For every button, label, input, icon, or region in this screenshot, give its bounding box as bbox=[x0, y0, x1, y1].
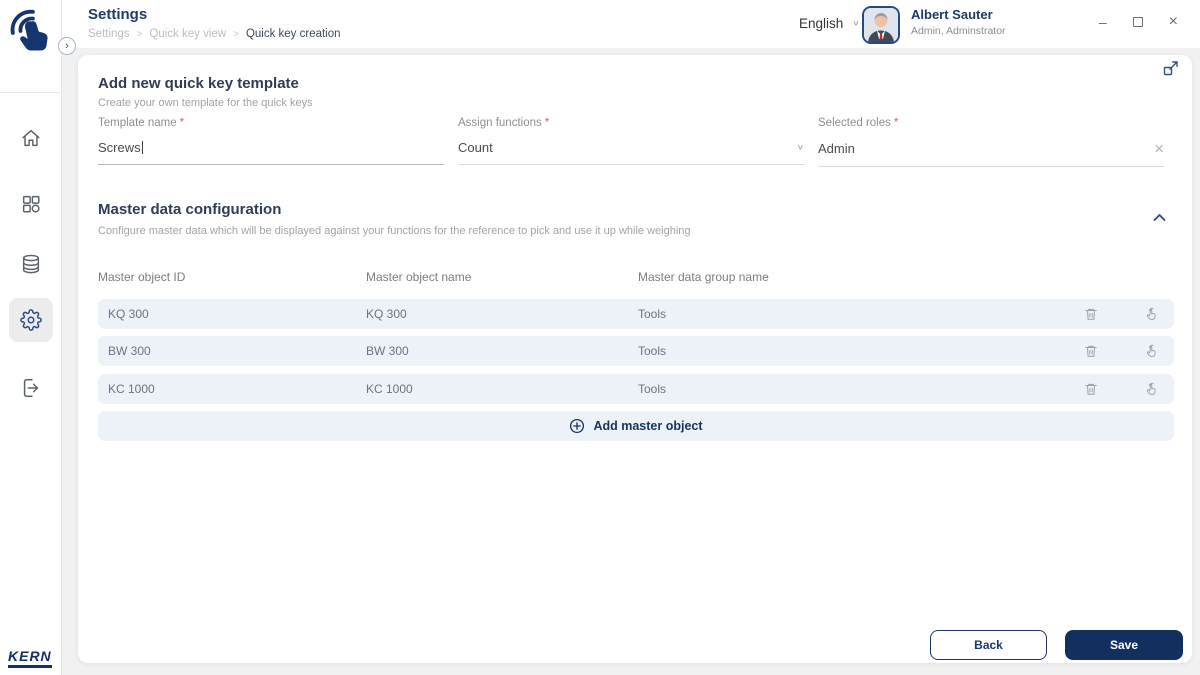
row-actions bbox=[1084, 344, 1174, 358]
template-name-field: Template name * Screws bbox=[98, 117, 444, 167]
kern-brand-logo: KERN bbox=[8, 648, 52, 668]
touch-hand-icon[interactable] bbox=[1145, 382, 1159, 396]
breadcrumb-item-current: Quick key creation bbox=[245, 28, 341, 40]
language-selector[interactable]: English ∨ bbox=[799, 16, 860, 31]
required-asterisk: * bbox=[544, 117, 550, 129]
window-controls: – × bbox=[1099, 13, 1178, 31]
column-header: Master object name bbox=[366, 270, 472, 284]
logout-icon bbox=[23, 379, 39, 397]
cell-master-data-group: Tools bbox=[638, 307, 667, 321]
collapse-chevron-icon[interactable] bbox=[1153, 213, 1166, 222]
breadcrumb-separator-icon: > bbox=[233, 28, 239, 40]
assign-functions-label: Assign functions * bbox=[458, 117, 550, 129]
table-row: KQ 300 KQ 300 Tools bbox=[98, 299, 1174, 329]
breadcrumb-item[interactable]: Settings bbox=[88, 28, 130, 40]
assign-functions-select[interactable]: Count ∨ bbox=[458, 140, 804, 165]
chevron-down-icon: ∨ bbox=[796, 143, 804, 152]
master-section-title: Master data configuration bbox=[98, 201, 282, 218]
chevron-right-icon: › bbox=[65, 39, 69, 52]
template-name-input[interactable]: Screws bbox=[98, 140, 444, 165]
form-title: Add new quick key template bbox=[98, 75, 299, 92]
sidebar-item-apps[interactable] bbox=[9, 182, 53, 226]
cell-master-object-name: KC 1000 bbox=[366, 382, 413, 396]
table-header: Master object ID Master object name Mast… bbox=[98, 270, 1174, 284]
touch-hand-icon[interactable] bbox=[1145, 307, 1159, 321]
content-card: Add new quick key template Create your o… bbox=[78, 55, 1192, 663]
cell-master-object-name: BW 300 bbox=[366, 344, 409, 358]
breadcrumb: Settings > Quick key view > Quick key cr… bbox=[88, 28, 341, 40]
user-role: Admin, Adminstrator bbox=[911, 25, 1006, 37]
language-label: English bbox=[799, 16, 844, 31]
form-subtitle: Create your own template for the quick k… bbox=[98, 97, 313, 109]
sidebar-item-home[interactable] bbox=[9, 116, 53, 160]
column-header: Master data group name bbox=[638, 270, 769, 284]
sidebar-item-settings[interactable] bbox=[9, 298, 53, 342]
minimize-button[interactable]: – bbox=[1099, 14, 1107, 30]
row-actions bbox=[1084, 382, 1174, 396]
breadcrumb-item[interactable]: Quick key view bbox=[149, 28, 226, 40]
cell-master-object-id: KC 1000 bbox=[108, 382, 155, 396]
cell-master-data-group: Tools bbox=[638, 344, 667, 358]
save-button[interactable]: Save bbox=[1065, 630, 1183, 660]
sidebar-item-logout[interactable] bbox=[9, 366, 53, 410]
add-master-object-label: Add master object bbox=[593, 419, 703, 433]
trash-icon[interactable] bbox=[1084, 344, 1098, 358]
add-master-object-button[interactable]: Add master object bbox=[98, 411, 1174, 441]
user-info[interactable]: Albert Sauter Admin, Adminstrator bbox=[911, 7, 1006, 37]
back-button[interactable]: Back bbox=[930, 630, 1047, 660]
topbar: Settings Settings > Quick key view > Qui… bbox=[62, 0, 1200, 48]
assign-functions-field: Assign functions * Count ∨ bbox=[458, 117, 804, 167]
user-avatar[interactable] bbox=[862, 6, 900, 44]
trash-icon[interactable] bbox=[1084, 382, 1098, 396]
breadcrumb-separator-icon: > bbox=[136, 28, 143, 40]
row-actions bbox=[1084, 307, 1174, 321]
chevron-down-icon: ∨ bbox=[852, 19, 860, 28]
apps-grid-icon bbox=[22, 195, 40, 213]
close-button[interactable]: × bbox=[1169, 13, 1178, 31]
touch-hand-icon[interactable] bbox=[1145, 344, 1159, 358]
user-name: Albert Sauter bbox=[911, 7, 993, 22]
cell-master-data-group: Tools bbox=[638, 382, 667, 396]
table-row: BW 300 BW 300 Tools bbox=[98, 336, 1174, 366]
selected-roles-label: Selected roles * bbox=[818, 117, 899, 129]
template-name-label: Template name * bbox=[98, 117, 185, 129]
table-row: KC 1000 KC 1000 Tools bbox=[98, 374, 1174, 404]
circle-plus-icon bbox=[570, 418, 585, 434]
selected-roles-field: Selected roles * Admin × bbox=[818, 117, 1164, 167]
page-title: Settings bbox=[88, 6, 148, 23]
fullscreen-expand-icon[interactable] bbox=[1163, 60, 1179, 76]
cell-master-object-id: BW 300 bbox=[108, 344, 151, 358]
sidebar-item-database[interactable] bbox=[9, 242, 53, 286]
kern-touch-logo-icon bbox=[10, 9, 48, 51]
avatar-photo bbox=[864, 8, 898, 42]
maximize-button[interactable] bbox=[1132, 17, 1143, 27]
master-section-subtitle: Configure master data which will be disp… bbox=[98, 225, 691, 237]
sidebar-expand-button[interactable]: › bbox=[58, 37, 76, 55]
sidebar-divider bbox=[0, 92, 62, 93]
gear-icon bbox=[20, 309, 42, 331]
sidebar: KERN bbox=[0, 0, 62, 675]
column-header: Master object ID bbox=[98, 270, 186, 284]
clear-x-icon[interactable]: × bbox=[1154, 140, 1164, 157]
required-asterisk: * bbox=[893, 117, 899, 129]
home-icon bbox=[22, 129, 40, 147]
trash-icon[interactable] bbox=[1084, 307, 1098, 321]
cell-master-object-name: KQ 300 bbox=[366, 307, 407, 321]
text-cursor bbox=[141, 141, 143, 154]
database-icon bbox=[22, 254, 40, 274]
cell-master-object-id: KQ 300 bbox=[108, 307, 149, 321]
selected-roles-select[interactable]: Admin × bbox=[818, 140, 1164, 167]
required-asterisk: * bbox=[179, 117, 185, 129]
form-fields-row: Template name * Screws Assign functions * … bbox=[98, 117, 1164, 167]
